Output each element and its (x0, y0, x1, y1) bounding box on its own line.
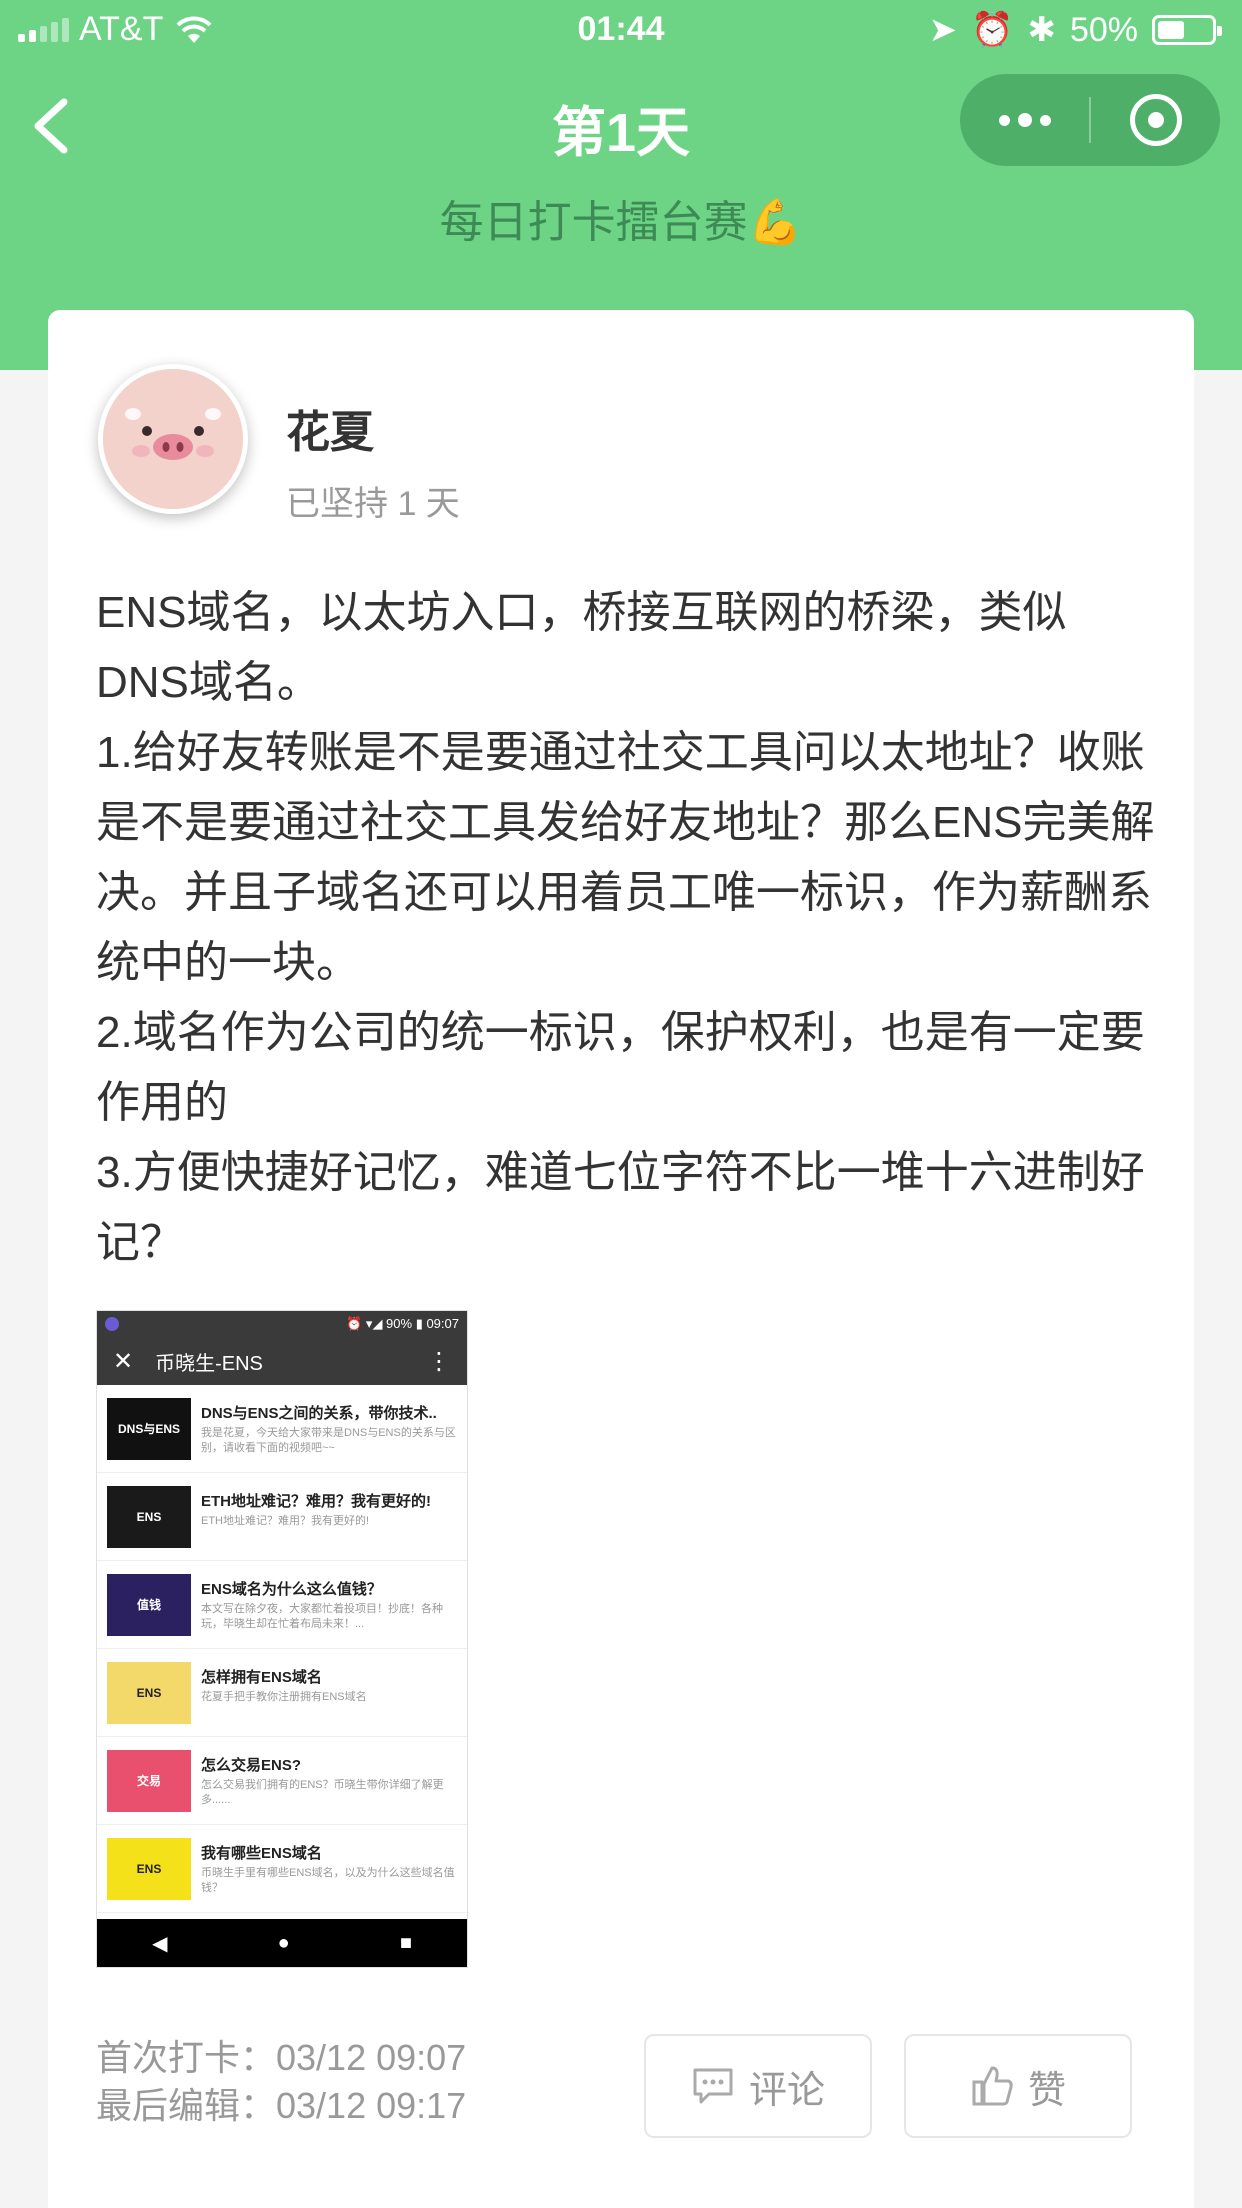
image-android-nav: ◀ ● ■ (97, 1919, 467, 1967)
first-checkin-time: 首次打卡：03/12 09:07 (96, 2037, 467, 2078)
menu-icon: ⋮ (427, 1347, 451, 1375)
username[interactable]: 花夏 (286, 396, 374, 460)
battery-level (1158, 21, 1184, 39)
image-status-bar: ⏰ ▾◢ 90% ▮ 09:07 (97, 1311, 467, 1337)
android-recent-icon: ■ (399, 1931, 412, 1954)
article-text: ENS域名为什么这么值钱？ 本文写在除夕夜，大家都忙着投项目！抄底！各种玩，毕晓生… (201, 1578, 457, 1632)
post-times: 首次打卡：03/12 09:07 最后编辑：03/12 09:17 (96, 2034, 466, 2130)
pig-face-icon (103, 369, 243, 509)
like-button[interactable]: 赞 (904, 2034, 1132, 2138)
article-thumbnail: 值钱 (107, 1573, 191, 1636)
image-list-item: 交易 怎么交易ENS? 怎么交易我们拥有的ENS？币晓生带你详细了解更多...... (97, 1737, 467, 1825)
article-title: 我有哪些ENS域名 (201, 1844, 322, 1862)
post-image[interactable]: ⏰ ▾◢ 90% ▮ 09:07 ✕ 币晓生-ENS ⋮ DNS与ENS DNS与… (96, 1310, 468, 1968)
page-subtitle: 每日打卡擂台赛💪 (439, 198, 803, 247)
image-list-item: ENS 我有哪些ENS域名 币晓生手里有哪些ENS域名，以及为什么这些域名值钱？ (97, 1825, 467, 1913)
article-title: ETH地址难记？难用？我有更好的! (201, 1492, 431, 1510)
article-title: ENS域名为什么这么值钱？ (201, 1580, 382, 1598)
comment-button[interactable]: 评论 (644, 2034, 872, 2138)
image-list-item: 值钱 ENS域名为什么这么值钱？ 本文写在除夕夜，大家都忙着投项目！抄底！各种玩，毕… (97, 1561, 467, 1649)
image-title-bar: ✕ 币晓生-ENS ⋮ (97, 1337, 467, 1385)
close-icon: ✕ (113, 1347, 134, 1375)
image-list-item: ENS 怎样拥有ENS域名 花夏手把手教你注册拥有ENS域名 (97, 1649, 467, 1737)
alarm-icon: ⏰ (971, 11, 1014, 49)
post-card: 花夏 已坚持 1 天 ENS域名，以太坊入口，桥接互联网的桥梁，类似DNS域名。… (48, 310, 1194, 2208)
comment-icon (693, 2068, 733, 2104)
article-thumbnail: ENS (107, 1485, 191, 1548)
mini-program-capsule (960, 74, 1220, 166)
article-thumbnail: ENS (107, 1661, 191, 1724)
status-right: ➤ ⏰ ✱ 50% (928, 10, 1222, 50)
like-label: 赞 (1027, 2069, 1066, 2112)
comment-label: 评论 (748, 2069, 825, 2112)
article-desc: 本文写在除夕夜，大家都忙着投项目！抄底！各种玩，毕晓生却在忙着布局未来！... (201, 1602, 443, 1630)
article-text: 怎么交易ENS? 怎么交易我们拥有的ENS？币晓生带你详细了解更多...... (201, 1754, 457, 1808)
article-desc: 花夏手把手教你注册拥有ENS域名 (201, 1690, 367, 1703)
status-bar: AT&T 01:44 ➤ ⏰ ✱ 50% (0, 0, 1242, 60)
article-title: 怎么交易ENS? (201, 1756, 302, 1774)
image-article-list: DNS与ENS DNS与ENS之间的关系，带你技术.. 我是花夏，今天给大家带来是D… (97, 1385, 467, 1913)
avatar[interactable] (98, 364, 248, 514)
image-list-item: ENS ETH地址难记？难用？我有更好的! ETH地址难记？难用？我有更好的! (97, 1473, 467, 1561)
post-content: ENS域名，以太坊入口，桥接互联网的桥梁，类似DNS域名。 1.给好友转账是不是… (96, 588, 1155, 1267)
image-list-item: DNS与ENS DNS与ENS之间的关系，带你技术.. 我是花夏，今天给大家带来是D… (97, 1385, 467, 1473)
battery-percent: 50% (1069, 10, 1138, 49)
article-desc: ETH地址难记？难用？我有更好的! (201, 1514, 370, 1527)
more-button[interactable] (960, 113, 1089, 127)
target-icon (1129, 94, 1182, 146)
bluetooth-icon: ✱ (1027, 11, 1056, 49)
app-icon (105, 1317, 119, 1331)
article-text: 我有哪些ENS域名币晓生手里有哪些ENS域名，以及为什么这些域名值钱？ (201, 1842, 457, 1896)
last-edit-time: 最后编辑：03/12 09:17 (96, 2085, 467, 2126)
android-home-icon: ● (277, 1931, 290, 1954)
article-desc: 币晓生手里有哪些ENS域名，以及为什么这些域名值钱？ (201, 1866, 455, 1894)
article-title: DNS与ENS之间的关系，带你技术.. (201, 1404, 437, 1422)
article-thumbnail: ENS (107, 1837, 191, 1900)
persist-days: 已坚持 1 天 (286, 485, 460, 523)
article-desc: 怎么交易我们拥有的ENS？币晓生带你详细了解更多...... (201, 1778, 444, 1806)
article-title: 怎样拥有ENS域名 (201, 1668, 322, 1686)
article-thumbnail: 交易 (107, 1749, 191, 1812)
thumbs-up-icon (972, 2066, 1013, 2106)
article-desc: 我是花夏，今天给大家带来是DNS与ENS的关系与区别，请收看下面的视频吧~~ (201, 1426, 456, 1454)
image-title: 币晓生-ENS (155, 1352, 263, 1375)
article-thumbnail: DNS与ENS (107, 1397, 191, 1460)
article-text: 怎样拥有ENS域名花夏手把手教你注册拥有ENS域名 (201, 1666, 457, 1720)
image-status-text: ⏰ ▾◢ 90% ▮ 09:07 (346, 1316, 459, 1331)
article-text: DNS与ENS之间的关系，带你技术.. 我是花夏，今天给大家带来是DNS与ENS的… (201, 1402, 457, 1456)
article-text: ETH地址难记？难用？我有更好的! ETH地址难记？难用？我有更好的! (201, 1490, 457, 1544)
android-back-icon: ◀ (152, 1932, 168, 1955)
location-icon: ➤ (928, 11, 958, 49)
battery-icon (1152, 15, 1222, 45)
close-mini-program-button[interactable] (1091, 94, 1220, 146)
